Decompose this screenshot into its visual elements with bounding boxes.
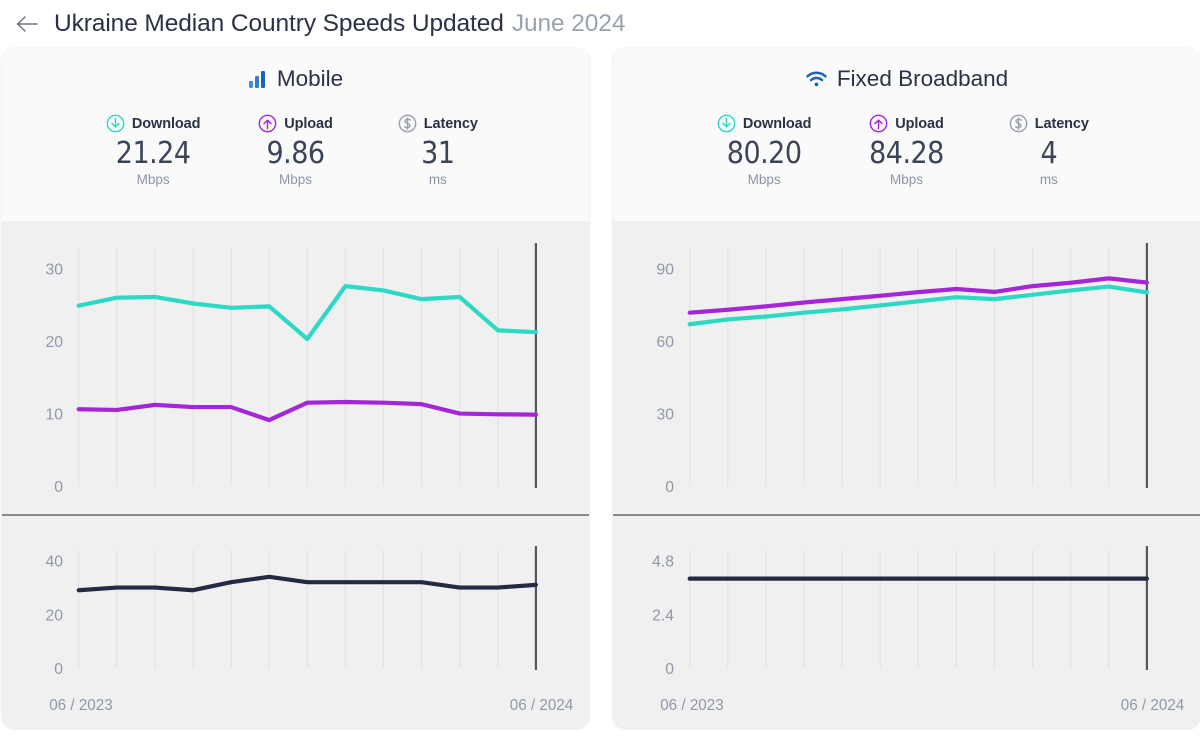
y-axis-tick: 0 (54, 479, 63, 496)
download-arrow-icon (717, 114, 736, 133)
fixed-broadband-card-title: Fixed Broadband (613, 66, 1200, 92)
latency-icon (398, 114, 417, 133)
mobile-title-text: Mobile (276, 66, 344, 91)
latency-icon (1009, 114, 1028, 133)
x-axis-tick-start: 06 / 2023 (49, 697, 113, 714)
y-axis-tick: 4.8 (652, 554, 674, 571)
card-mobile: Mobile Download 21.24 Mbps Upload 9.86 M… (2, 48, 589, 728)
metric-latency-unit: ms (1039, 171, 1058, 187)
page-header: Ukraine Median Country Speeds Updated Ju… (0, 0, 1200, 48)
fixed-broadband-speed-chart[interactable]: 0 30 60 90 (613, 221, 1200, 514)
mobile-latency-chart[interactable]: 0 20 40 06 / 2023 06 / 2024 (2, 514, 589, 728)
upload-arrow-icon (258, 114, 277, 133)
y-axis-tick: 0 (665, 661, 674, 678)
upload-arrow-icon (869, 114, 888, 133)
mobile-speed-chart[interactable]: 0 10 20 30 (2, 221, 589, 514)
metric-download-value: 21.24 (115, 136, 191, 171)
metric-upload-label: Upload (284, 115, 333, 132)
x-axis-tick-start: 06 / 2023 (660, 697, 724, 714)
bar-chart-icon (248, 69, 268, 89)
y-axis-tick: 20 (45, 607, 63, 624)
mobile-summary: Mobile Download 21.24 Mbps Upload 9.86 M… (2, 48, 589, 221)
wifi-icon (805, 69, 828, 89)
metric-upload-unit: Mbps (278, 171, 312, 187)
arrow-left-icon (16, 16, 38, 32)
metric-latency-unit: ms (428, 171, 447, 187)
y-axis-tick: 0 (54, 661, 63, 678)
metric-download: Download 80.20 Mbps (693, 114, 835, 187)
metric-upload-label: Upload (895, 115, 944, 132)
page-title: Ukraine Median Country Speeds Updated Ju… (54, 10, 625, 38)
metric-download-value: 80.20 (726, 136, 802, 171)
metric-download-unit: Mbps (747, 171, 781, 187)
metric-latency-label: Latency (1034, 115, 1089, 132)
y-axis-tick: 10 (45, 406, 63, 423)
mobile-metrics: Download 21.24 Mbps Upload 9.86 Mbps Lat… (2, 114, 589, 187)
metric-upload-value: 84.28 (869, 136, 944, 171)
mobile-card-title: Mobile (2, 66, 589, 92)
y-axis-tick: 2.4 (652, 607, 674, 624)
x-axis-tick-end: 06 / 2024 (510, 697, 574, 714)
y-axis-tick: 0 (665, 479, 674, 496)
page-title-main: Ukraine Median Country Speeds Updated (54, 10, 504, 37)
card-container: Mobile Download 21.24 Mbps Upload 9.86 M… (0, 48, 1200, 728)
metric-download-unit: Mbps (136, 171, 170, 187)
y-axis-tick: 40 (45, 554, 63, 571)
download-arrow-icon (106, 114, 125, 133)
metric-latency: Latency 31 ms (367, 114, 509, 187)
metric-upload: Upload 9.86 Mbps (224, 114, 366, 187)
fixed-broadband-summary: Fixed Broadband Download 80.20 Mbps Uplo… (613, 48, 1200, 221)
metric-latency-label: Latency (423, 115, 478, 132)
y-axis-tick: 30 (656, 406, 674, 423)
y-axis-tick: 90 (656, 262, 674, 279)
metric-latency-value: 4 (1040, 136, 1058, 171)
metric-download: Download 21.24 Mbps (82, 114, 224, 187)
metric-upload: Upload 84.28 Mbps (835, 114, 977, 187)
metric-download-label: Download (742, 115, 812, 132)
back-button[interactable] (14, 11, 40, 37)
y-axis-tick: 60 (656, 334, 674, 351)
metric-upload-unit: Mbps (889, 171, 923, 187)
metric-upload-value: 9.86 (266, 136, 325, 171)
page-title-date: June 2024 (511, 10, 626, 37)
x-axis-tick-end: 06 / 2024 (1121, 697, 1185, 714)
fixed-broadband-metrics: Download 80.20 Mbps Upload 84.28 Mbps La… (613, 114, 1200, 187)
fixed-broadband-title-text: Fixed Broadband (836, 66, 1009, 91)
metric-latency-value: 31 (421, 136, 455, 171)
metric-download-label: Download (131, 115, 201, 132)
card-fixed-broadband: Fixed Broadband Download 80.20 Mbps Uplo… (613, 48, 1200, 728)
metric-latency: Latency 4 ms (978, 114, 1120, 187)
y-axis-tick: 30 (45, 262, 63, 279)
fixed-broadband-latency-chart[interactable]: 0 2.4 4.8 06 / 2023 06 / 2024 (613, 514, 1200, 728)
y-axis-tick: 20 (45, 334, 63, 351)
